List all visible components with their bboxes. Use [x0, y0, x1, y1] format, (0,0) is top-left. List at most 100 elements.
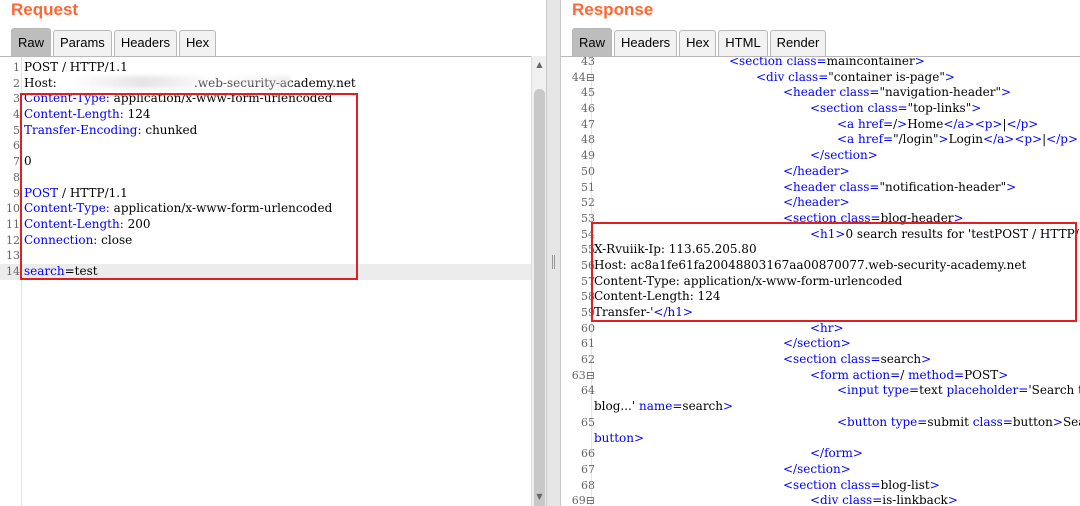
response-token: class= — [839, 179, 880, 194]
request-scrollbar[interactable]: ▲ ▼ — [531, 56, 546, 506]
request-line-number: 14 — [6, 264, 20, 278]
request-editor[interactable]: 1POST / HTTP/1.12Host: .web-security-aca… — [0, 56, 546, 506]
response-line-number[interactable]: 69⊟ — [561, 493, 595, 506]
request-code-line: 12 Connection: close — [0, 233, 546, 249]
response-tab-html[interactable]: HTML — [718, 30, 768, 56]
request-line-text: Content-Type: application/x-www-form-url… — [24, 201, 332, 217]
response-line-number: 60 — [581, 321, 595, 335]
request-line-text: POST / HTTP/1.1 — [24, 60, 128, 76]
response-line-text: Transfer-'</h1> — [594, 305, 693, 321]
request-code-line: 3 Content-Type: application/x-www-form-ur… — [0, 91, 546, 107]
response-tab-hex[interactable]: Hex — [679, 30, 717, 56]
response-line-number[interactable]: 63⊟ — [561, 368, 595, 384]
request-tab-params[interactable]: Params — [53, 30, 112, 56]
response-token: > — [998, 367, 1009, 382]
response-line-number: 61 — [581, 337, 595, 351]
response-token: name= — [638, 399, 683, 414]
pane-splitter[interactable] — [546, 0, 561, 506]
response-code-line: button> — [561, 431, 1080, 447]
response-code-line: blog...' name=search> — [561, 399, 1080, 415]
response-token: X-Rvuiik-Ip: 113.65.205.80 — [594, 242, 757, 257]
request-line-number: 12 — [6, 233, 20, 247]
scroll-down-arrow-icon[interactable]: ▼ — [532, 490, 546, 504]
response-line-number: 46 — [581, 102, 595, 116]
response-code-line: 55 X-Rvuiik-Ip: 113.65.205.80 — [561, 242, 1080, 258]
response-line-text: </header> — [783, 164, 850, 180]
response-token: class= — [786, 56, 827, 68]
response-line-text: Content-Type: application/x-www-form-url… — [594, 274, 902, 290]
response-line-text: button> — [594, 431, 644, 447]
response-line-text: <input type=text placeholder='Search the — [837, 383, 1080, 399]
response-token: </section> — [810, 148, 878, 163]
request-tab-headers[interactable]: Headers — [113, 30, 177, 56]
response-line-text: <div class=is-linkback> — [810, 493, 958, 506]
response-line-text: <h1>0 search results for 'testPOST / HTT… — [810, 227, 1080, 243]
response-line-number: 67 — [581, 462, 595, 476]
response-token: <h1> — [810, 226, 846, 241]
response-token: "top-links" — [907, 101, 972, 116]
response-tab-render[interactable]: Render — [769, 30, 827, 56]
response-line-number[interactable]: 44⊟ — [561, 70, 595, 86]
request-scrollbar-thumb[interactable] — [534, 89, 545, 506]
scroll-up-arrow-icon[interactable]: ▲ — [532, 58, 546, 72]
response-tab-raw[interactable]: Raw — [572, 28, 613, 56]
response-token: > — [723, 399, 734, 414]
response-line-number: 53 — [581, 211, 595, 225]
response-token: > — [921, 352, 932, 367]
request-token: Content-Type: — [24, 91, 110, 106]
request-line-text: search=test — [24, 264, 98, 280]
response-tab-headers[interactable]: Headers — [614, 30, 678, 56]
response-line-text: </form> — [810, 446, 863, 462]
response-token: 'Search the — [1028, 383, 1080, 398]
response-token: </header> — [783, 195, 850, 210]
request-code-line: 4 Content-Length: 124 — [0, 107, 546, 123]
response-token: search — [682, 399, 724, 414]
response-line-text: <header class="navigation-header"> — [783, 85, 1011, 101]
response-token: <a — [837, 132, 859, 147]
response-line-number: 45 — [581, 86, 595, 100]
response-token: > — [971, 101, 982, 116]
response-token: button> — [594, 430, 645, 445]
request-tab-hex[interactable]: Hex — [178, 30, 217, 56]
response-token: Search — [1062, 414, 1080, 429]
response-token: Login — [948, 132, 984, 147]
response-token: class= — [840, 477, 881, 492]
request-line-number: 6 — [13, 139, 20, 153]
response-code-line: 62 <section class=search> — [561, 352, 1080, 368]
request-token: Host: — [24, 75, 61, 90]
request-code-line: 13 — [0, 248, 546, 264]
response-token: blog-header — [880, 210, 954, 225]
response-code-line: 50 </header> — [561, 164, 1080, 180]
response-code-line: 45 <header class="navigation-header"> — [561, 85, 1080, 101]
response-token: <div — [810, 493, 843, 506]
response-token: </header> — [783, 163, 850, 178]
response-line-text: <form action=/ method=POST> — [810, 368, 1008, 384]
response-line-number: 65 — [581, 415, 595, 429]
request-code-line: 70 — [0, 154, 546, 170]
redacted-host-blur — [70, 76, 290, 88]
response-pane: Response Raw Headers Hex HTML Render 43 <sect… — [561, 0, 1080, 506]
response-line-number: 50 — [581, 164, 595, 178]
response-token: > — [914, 56, 925, 68]
splitter-grip-icon[interactable] — [552, 255, 555, 269]
response-line-text: Host: ac8a1fe61fa20048803167aa00870077.w… — [594, 258, 1026, 274]
response-token: "notification-header" — [879, 179, 1007, 194]
response-editor[interactable]: 43 <section class=maincontainer> 44⊟ <div c… — [561, 56, 1080, 506]
request-token: / HTTP/1.1 — [58, 185, 128, 200]
response-token: Content-Length: 124 — [594, 289, 721, 304]
request-tab-raw[interactable]: Raw — [11, 28, 52, 56]
request-line-number: 7 — [13, 155, 20, 169]
response-token: POST — [964, 367, 999, 382]
request-line-text: Content-Length: 124 — [24, 107, 150, 123]
response-token: > — [944, 69, 955, 84]
response-token: </section> — [783, 461, 851, 476]
request-token: Transfer-Encoding: — [24, 122, 142, 137]
request-line-text: POST / HTTP/1.1 — [24, 186, 128, 202]
response-line-number: 54 — [581, 227, 595, 241]
response-code-line: 65 <button type=submit class=button>Searc… — [561, 415, 1080, 431]
response-line-number: 47 — [581, 117, 595, 131]
response-line-number: 51 — [581, 180, 595, 194]
response-line-text: <a href="/login">Login</a><p>|</p> — [837, 132, 1078, 148]
response-token: <section — [783, 210, 841, 225]
response-token: "/login" — [893, 132, 939, 147]
